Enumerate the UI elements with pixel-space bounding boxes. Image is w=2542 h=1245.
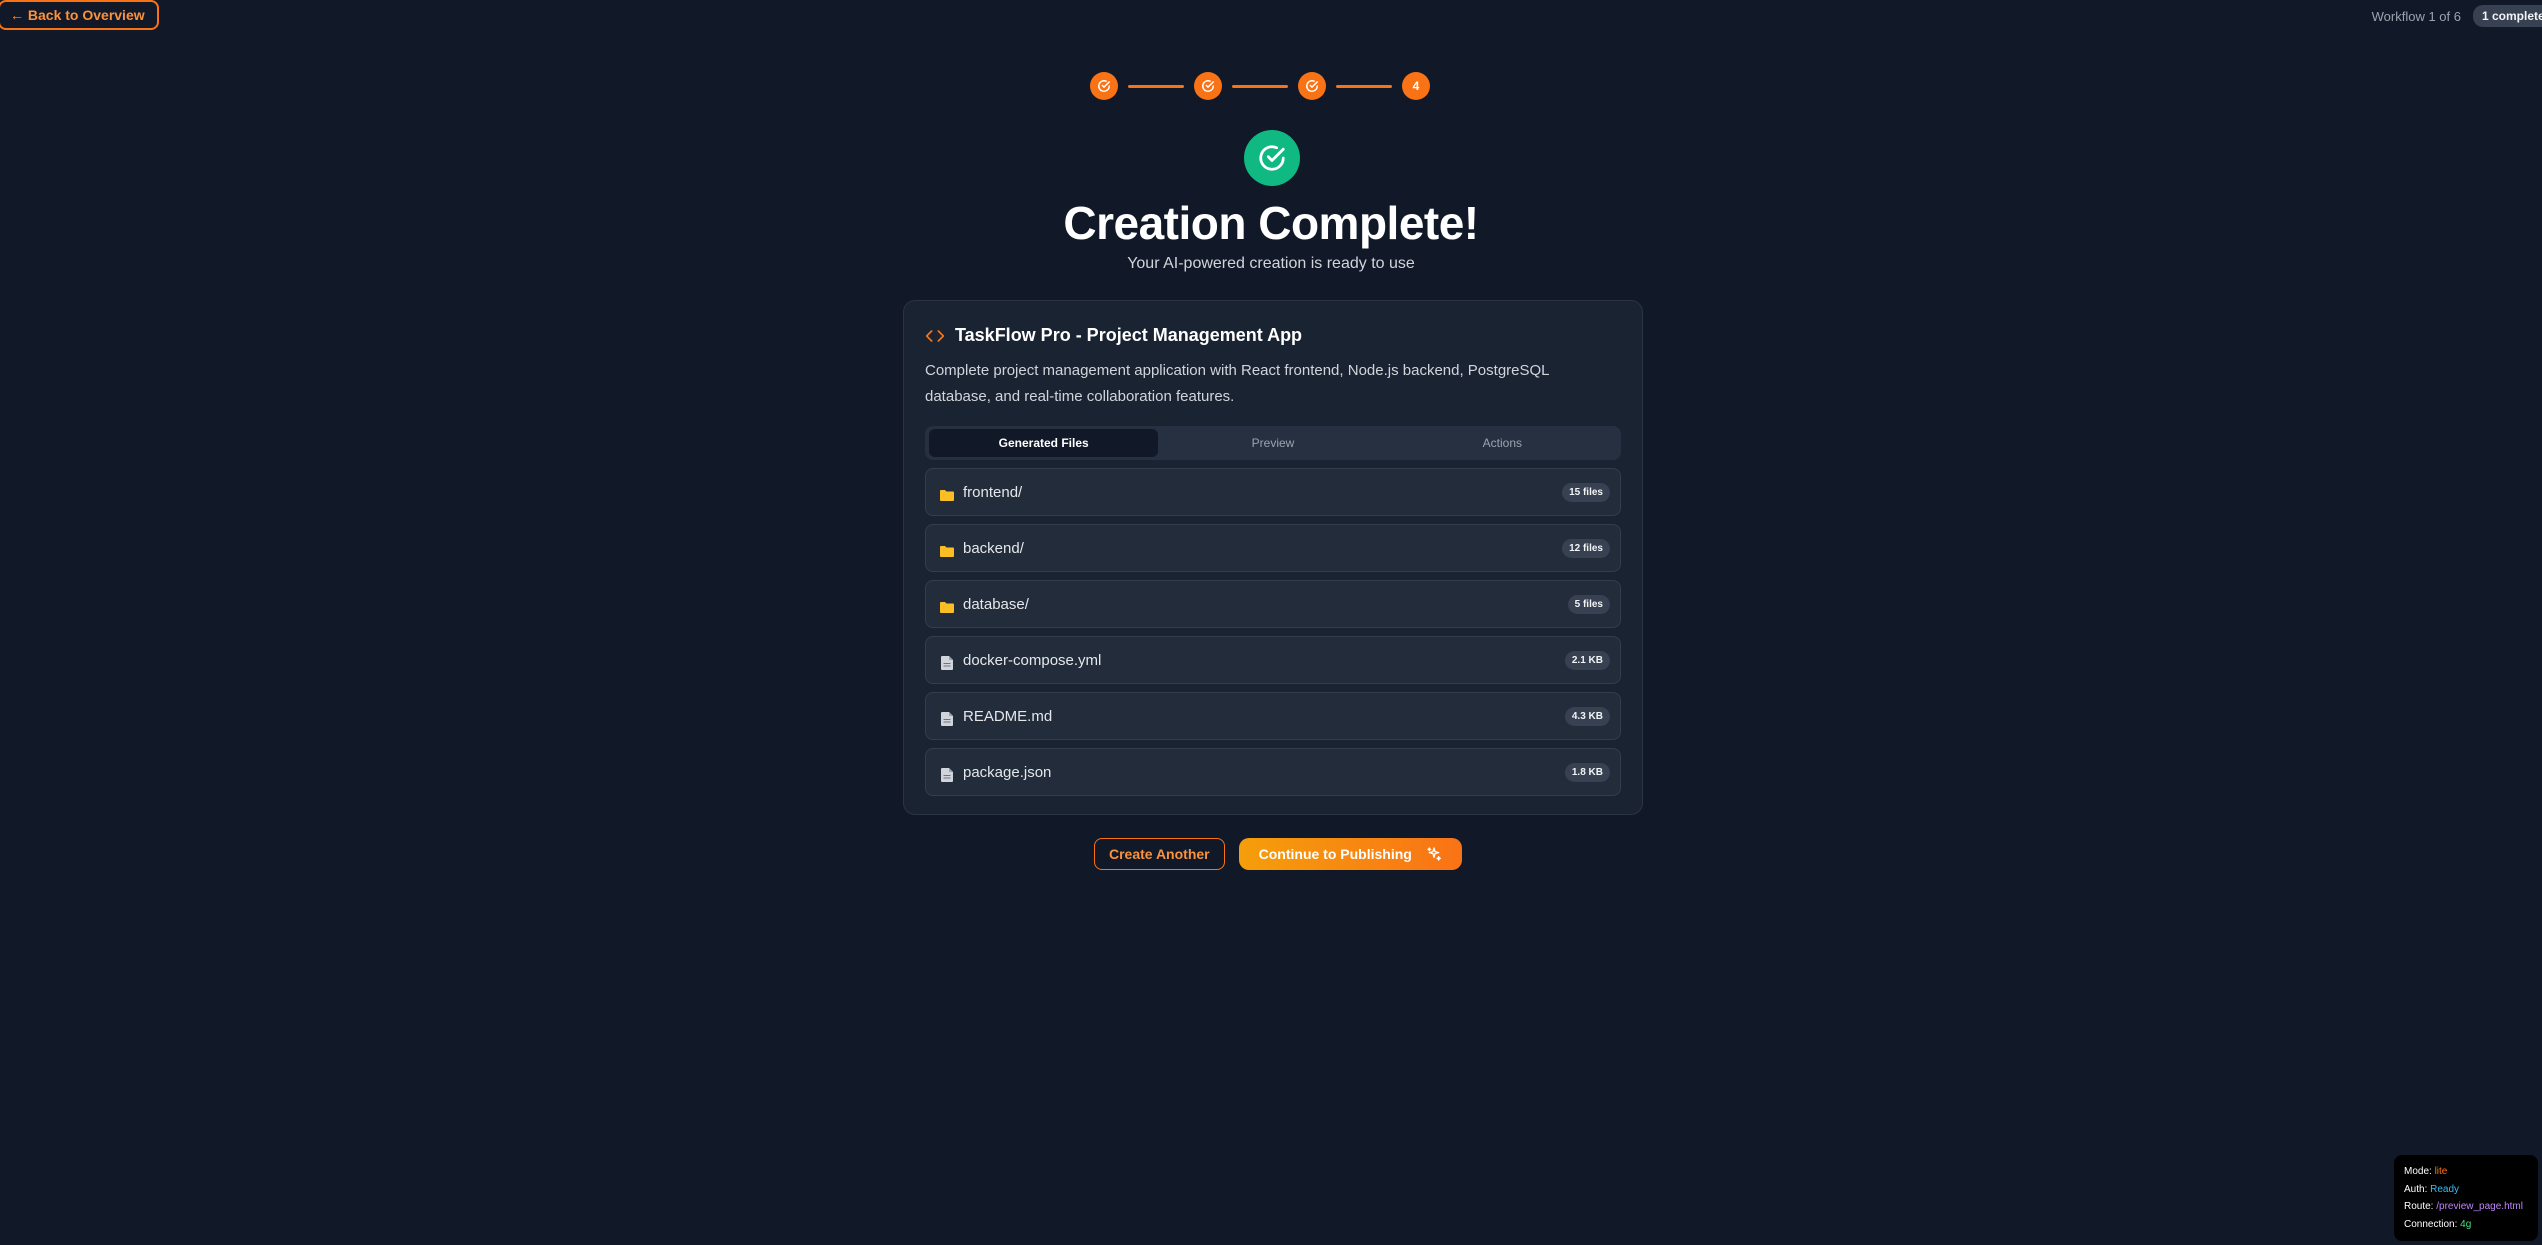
step-1-complete [1090,72,1118,100]
list-item[interactable]: frontend/ 15 files [925,468,1621,516]
check-circle-icon [1098,80,1110,92]
file-name: backend/ [963,539,1024,557]
list-item[interactable]: docker-compose.yml 2.1 KB [925,636,1621,684]
tab-preview[interactable]: Preview [1158,429,1387,457]
list-item[interactable]: package.json 1.8 KB [925,748,1621,796]
file-icon [939,711,955,727]
step-connector [1336,84,1392,88]
file-name: frontend/ [963,483,1023,501]
file-name: package.json [963,763,1052,781]
folder-icon [939,487,955,503]
list-item[interactable]: backend/ 12 files [925,524,1621,572]
list-item[interactable]: database/ 5 files [925,580,1621,628]
page: ← Back to Overview Workflow 1 of 6 1 com… [0,0,2542,1245]
project-card: TaskFlow Pro - Project Management App Co… [903,300,1643,815]
step-number: 4 [1412,79,1420,93]
folder-icon [939,543,955,559]
project-title: TaskFlow Pro - Project Management App [955,325,1303,345]
file-count-badge: 5 files [1567,594,1610,614]
debug-connection: Connection: 4g [2404,1218,2472,1230]
step-connector [1128,84,1184,88]
tab-generated-files[interactable]: Generated Files [929,429,1159,457]
check-circle-icon [1306,80,1318,92]
check-circle-icon [1202,80,1214,92]
continue-label: Continue to Publishing [1258,846,1412,862]
step-3-complete [1298,72,1326,100]
step-2-complete [1194,72,1222,100]
create-another-button[interactable]: Create Another [1094,838,1225,870]
sparkles-icon [1427,847,1441,861]
workflow-progress-label: Workflow 1 of 6 [2371,8,2461,24]
folder-icon [939,599,955,615]
back-to-overview-button[interactable]: ← Back to Overview [0,0,159,30]
file-name: README.md [963,707,1053,725]
step-4-current: 4 [1402,72,1430,100]
file-name: database/ [963,595,1029,613]
step-connector [1232,84,1288,88]
workflow-info: Workflow 1 of 6 1 completed [2372,5,2542,27]
check-circle-icon [1259,145,1285,171]
list-item[interactable]: README.md 4.3 KB [925,692,1621,740]
card-header: TaskFlow Pro - Project Management App [925,325,1621,346]
code-icon [925,329,945,342]
debug-auth: Auth: Ready [2404,1183,2460,1195]
success-badge [1244,130,1300,186]
file-size-badge: 1.8 KB [1564,762,1610,782]
debug-mode: Mode: lite [2404,1166,2448,1177]
tab-actions[interactable]: Actions [1388,429,1617,457]
file-size-badge: 4.3 KB [1564,706,1610,726]
action-buttons: Create Another Continue to Publishing [1094,838,1462,870]
tab-bar: Generated Files Preview Actions [925,426,1621,460]
page-title: Creation Complete! [1063,197,1479,249]
progress-stepper: 4 [1090,72,1430,100]
debug-route: Route: /preview_page.html [2404,1201,2523,1212]
file-icon [939,767,955,783]
page-subtitle: Your AI-powered creation is ready to use [1127,255,1415,272]
debug-panel: Mode: lite Auth: Ready Route: /preview_p… [2394,1155,2538,1241]
file-icon [939,655,955,671]
file-list: frontend/ 15 files backend/ 12 files dat… [925,468,1621,796]
continue-to-publishing-button[interactable]: Continue to Publishing [1238,838,1462,870]
file-count-badge: 12 files [1562,538,1610,558]
completed-badge: 1 completed [2473,5,2542,27]
file-name: docker-compose.yml [963,651,1102,669]
file-count-badge: 15 files [1562,482,1610,502]
file-size-badge: 2.1 KB [1564,650,1610,670]
project-description: Complete project management application … [925,362,1549,405]
